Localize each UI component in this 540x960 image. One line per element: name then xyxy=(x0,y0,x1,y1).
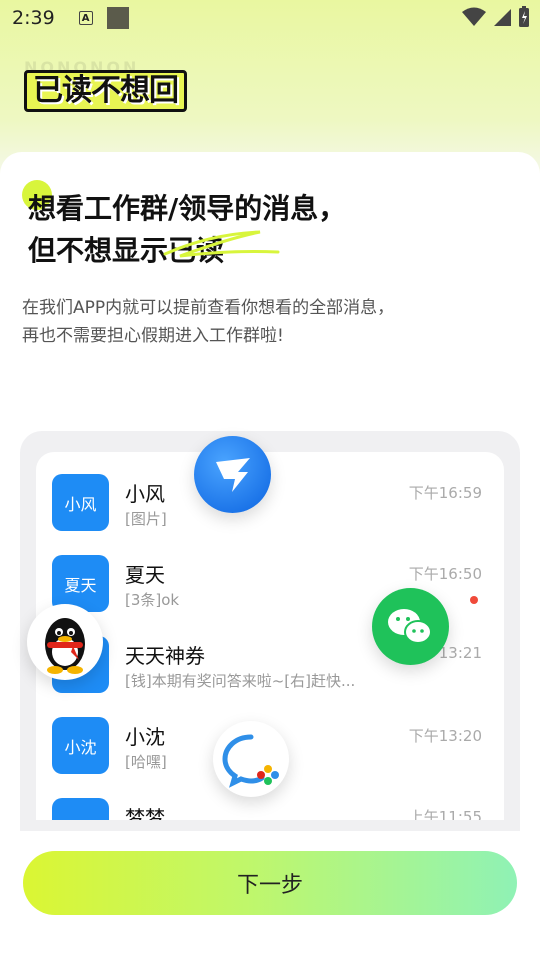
chat-time: 下午13:20 xyxy=(408,727,482,745)
avatar: 小风 xyxy=(52,474,109,531)
avatar: 梦梦 xyxy=(52,798,109,820)
qq-icon xyxy=(27,604,103,680)
avatar: 小沈 xyxy=(52,717,109,774)
chat-time: 下午16:50 xyxy=(408,565,482,583)
chat-preview: [3条]ok xyxy=(125,591,180,609)
chat-time: 上午11:55 xyxy=(408,808,482,820)
chat-preview: [图片] xyxy=(125,510,167,528)
wechat-icon xyxy=(372,588,449,665)
chat-name: 小沈 xyxy=(125,725,165,749)
battery-icon xyxy=(519,6,529,27)
chat-preview: [钱]本期有奖问答来啦~[右]赶快... xyxy=(125,672,356,690)
banner-title: 已读不想回 xyxy=(24,70,187,112)
status-time: 2:39 xyxy=(12,7,55,29)
notification-square-icon xyxy=(106,7,129,29)
notification-a-icon: A xyxy=(78,11,93,25)
chat-name: 梦梦 xyxy=(125,806,165,820)
wifi-icon xyxy=(462,7,486,26)
chat-preview: [哈嘿] xyxy=(125,753,167,771)
description-line-2: 再也不需要担心假期进入工作群啦! xyxy=(22,326,284,346)
signal-icon xyxy=(494,9,511,26)
description: 在我们APP内就可以提前查看你想看的全部消息， 再也不需要担心假期进入工作群啦! xyxy=(22,294,394,350)
chat-name: 夏天 xyxy=(125,563,165,587)
status-icons xyxy=(462,6,530,28)
unread-dot xyxy=(470,596,478,604)
chat-name: 小风 xyxy=(125,482,165,506)
scribble-decoration xyxy=(163,230,280,258)
wework-icon xyxy=(213,721,289,797)
banner: 已读不想回 xyxy=(24,70,187,112)
dingtalk-icon xyxy=(194,436,271,513)
description-line-1: 在我们APP内就可以提前查看你想看的全部消息， xyxy=(22,298,395,318)
chat-name: 天天神券 xyxy=(125,644,205,668)
chat-time: 下午16:59 xyxy=(408,484,482,502)
status-bar: 2:39 A xyxy=(0,0,540,36)
next-button[interactable]: 下一步 xyxy=(23,851,517,915)
